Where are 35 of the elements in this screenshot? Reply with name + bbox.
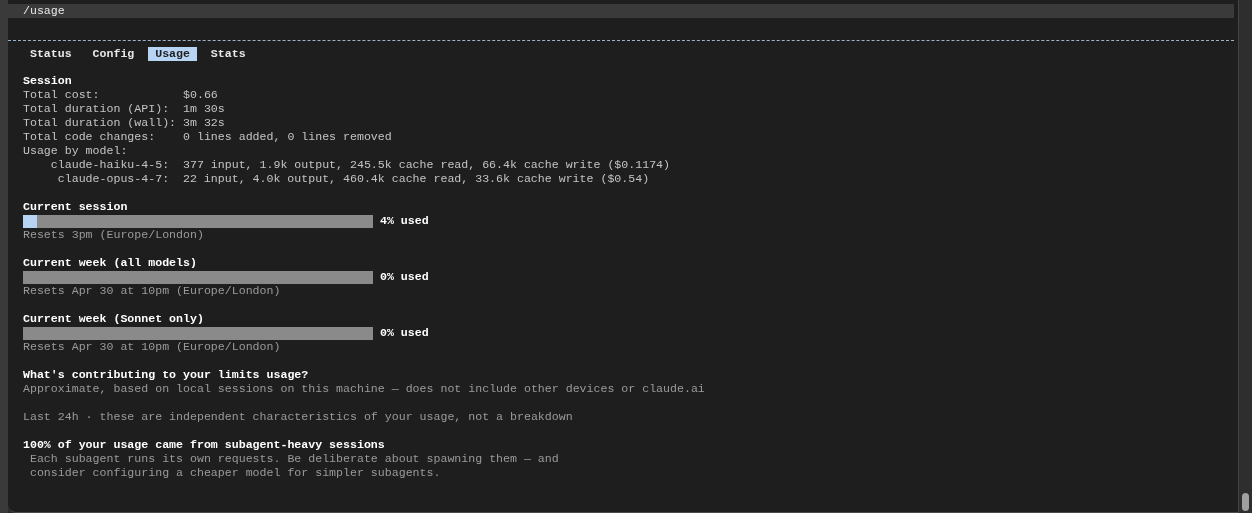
usage-reading: 4% used	[379, 214, 429, 228]
model-usage: 22 input, 4.0k output, 460.4k cache read, 33.6k cache write ($0.54)	[183, 172, 650, 186]
reset-time: Resets 3pm (Europe/London)	[23, 228, 204, 242]
finding-heading: 100% of your usage came from subagent-heavy sessions	[23, 438, 385, 452]
reset-time: Resets Apr 30 at 10pm (Europe/London)	[23, 340, 281, 354]
stat-value: 3m 32s	[183, 116, 225, 130]
section-heading: What's contributing to your limits usage?	[23, 368, 309, 382]
stat-value: $0.66	[183, 88, 218, 102]
limit-heading: Current week (Sonnet only)	[23, 312, 204, 326]
limit-heading: Current session	[23, 200, 128, 214]
stat-label: Usage by model:	[23, 144, 128, 158]
tab[interactable]: Config	[85, 47, 142, 61]
finding-text: Each subagent runs its own requests. Be deliberate about spawning them — and	[29, 452, 559, 466]
stat-value: 0 lines added, 0 lines removed	[183, 130, 392, 144]
tab[interactable]: Status	[23, 47, 79, 61]
stat-label: Total code changes:	[23, 130, 157, 144]
stat-label: Total cost:	[23, 88, 101, 102]
tab[interactable]: Stats	[203, 47, 253, 61]
period-text: Last 24h · these are independent characteristics of your usage, not a breakdown	[23, 410, 573, 424]
usage-reading: 0% used	[379, 326, 429, 340]
reset-time: Resets Apr 30 at 10pm (Europe/London)	[23, 284, 281, 298]
stat-value: 1m 30s	[183, 102, 225, 116]
stat-label: Total duration (API):	[23, 102, 171, 116]
stat-label: Total duration (wall):	[23, 116, 178, 130]
command-prompt: /usage	[8, 4, 1234, 18]
model-name: claude-opus-4-7:	[57, 172, 170, 186]
usage-reading: 0% used	[379, 270, 429, 284]
model-usage: 377 input, 1.9k output, 245.5k cache read, 66.4k cache write ($0.1174)	[183, 158, 671, 172]
tab[interactable]: Usage	[148, 47, 197, 61]
finding-text: consider configuring a cheaper model for simpler subagents.	[29, 466, 441, 480]
model-name: claude-haiku-4-5:	[50, 158, 170, 172]
section-heading: Session	[23, 74, 72, 88]
scrollbar-thumb[interactable]	[1242, 493, 1249, 511]
note-text: Approximate, based on local sessions on this machine — does not include other devices or claude.ai	[23, 382, 705, 396]
limit-heading: Current week (all models)	[23, 256, 197, 270]
